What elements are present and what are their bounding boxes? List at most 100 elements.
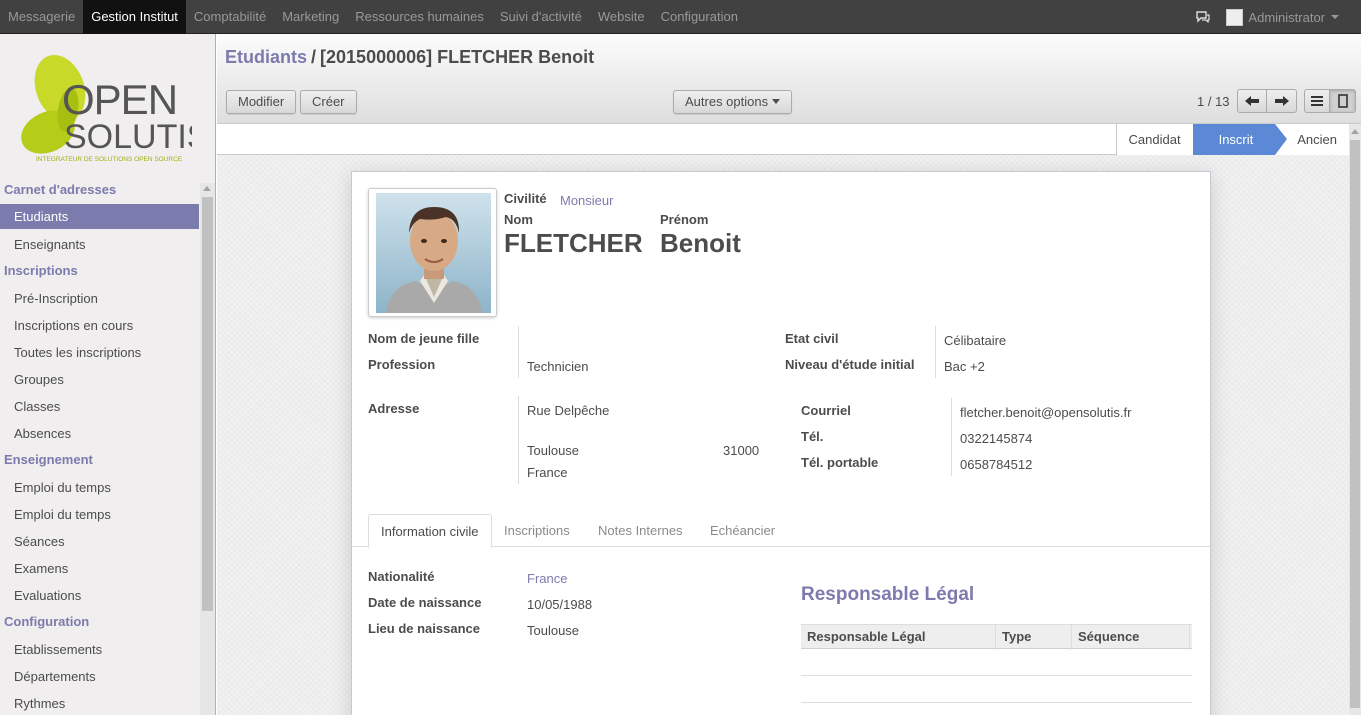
company-logo[interactable]: OPEN SOLUTIS INTEGRATEUR DE SOLUTIONS OP…	[20, 50, 209, 164]
sidebar-item-groupes[interactable]: Groupes	[0, 366, 199, 393]
user-avatar[interactable]	[1226, 8, 1244, 26]
list-icon	[1311, 96, 1323, 106]
sidebar-item-examens[interactable]: Examens	[0, 555, 199, 582]
top-menu-messagerie[interactable]: Messagerie	[0, 0, 83, 34]
breadcrumb-separator: /	[311, 47, 317, 67]
form-icon	[1337, 94, 1348, 108]
naissance-label: Date de naissance	[368, 595, 482, 610]
profession-field[interactable]: Technicien	[527, 359, 588, 374]
sidebar-item-etablissements[interactable]: Etablissements	[0, 636, 199, 663]
profession-label: Profession	[368, 357, 436, 372]
sidebar-item-rythmes[interactable]: Rythmes	[0, 690, 199, 715]
courriel-label: Courriel	[801, 403, 851, 418]
sidebar-section-carnet: Carnet d'adresses	[4, 182, 117, 197]
sidebar-item-classes[interactable]: Classes	[0, 393, 199, 420]
niveau-field[interactable]: Bac +2	[944, 359, 985, 374]
next-record-button[interactable]	[1267, 89, 1297, 113]
top-menu-gestion-institut[interactable]: Gestion Institut	[83, 0, 186, 34]
civilite-field[interactable]: Monsieur	[560, 193, 613, 208]
tel-label: Tél.	[801, 429, 824, 444]
user-menu[interactable]: Administrator	[1248, 10, 1325, 25]
city-field[interactable]: Toulouse	[527, 443, 579, 458]
courriel-field[interactable]: fletcher.benoit@opensolutis.fr	[960, 405, 1131, 420]
breadcrumb-etudiants-link[interactable]: Etudiants	[225, 47, 307, 67]
nationalite-label: Nationalité	[368, 569, 435, 584]
edit-button[interactable]: Modifier	[226, 90, 297, 114]
logo-open-text: OPEN	[62, 76, 177, 123]
etat-civil-label: Etat civil	[785, 331, 839, 346]
street-field[interactable]: Rue Delpêche	[527, 403, 609, 418]
student-photo[interactable]	[368, 188, 497, 317]
prenom-field[interactable]: Benoit	[660, 228, 741, 259]
lieu-field[interactable]: Toulouse	[527, 623, 579, 638]
list-view-button[interactable]	[1304, 89, 1330, 113]
nationalite-field[interactable]: France	[527, 571, 567, 586]
sidebar-section-enseignement: Enseignement	[4, 452, 93, 467]
create-button[interactable]: Créer	[300, 90, 357, 114]
sidebar-item-emploi-du-temps[interactable]: Emploi du temps	[0, 474, 199, 501]
top-menu-configuration[interactable]: Configuration	[653, 0, 746, 34]
sidebar-item-absences[interactable]: Absences	[0, 420, 199, 447]
chat-icon[interactable]	[1196, 11, 1211, 23]
top-menu-ressources-humaines[interactable]: Ressources humaines	[347, 0, 492, 34]
previous-record-button[interactable]	[1237, 89, 1267, 113]
sidebar: OPEN SOLUTIS INTEGRATEUR DE SOLUTIONS OP…	[0, 34, 216, 715]
chevron-down-icon[interactable]	[1331, 15, 1339, 19]
sidebar-item-evaluations[interactable]: Evaluations	[0, 582, 199, 609]
naissance-field[interactable]: 10/05/1988	[527, 597, 592, 612]
mobile-field[interactable]: 0658784512	[960, 457, 1032, 472]
top-menu-website[interactable]: Website	[590, 0, 653, 34]
form-view-button[interactable]	[1330, 89, 1356, 113]
tab-notes-internes[interactable]: Notes Internes	[586, 514, 695, 547]
tel-field[interactable]: 0322145874	[960, 431, 1032, 446]
responsable-legal-title: Responsable Légal	[801, 584, 975, 605]
column-sequence[interactable]: Séquence	[1072, 625, 1190, 650]
arrow-right-icon	[1274, 96, 1289, 106]
field-divider	[518, 396, 519, 484]
main-scrollbar-thumb[interactable]	[1350, 140, 1360, 708]
view-switcher	[1304, 89, 1356, 113]
top-menu-suivi-activite[interactable]: Suivi d'activité	[492, 0, 590, 34]
sidebar-item-seances[interactable]: Séances	[0, 528, 199, 555]
sidebar-item-inscriptions-en-cours[interactable]: Inscriptions en cours	[0, 312, 199, 339]
sidebar-item-etudiants[interactable]: Etudiants	[0, 204, 199, 229]
top-menu-marketing[interactable]: Marketing	[274, 0, 347, 34]
tab-echeancier[interactable]: Echéancier	[698, 514, 787, 547]
scroll-up-icon[interactable]	[203, 186, 211, 191]
tab-inscriptions[interactable]: Inscriptions	[492, 514, 582, 547]
country-field[interactable]: France	[527, 465, 567, 480]
column-responsable[interactable]: Responsable Légal	[801, 625, 996, 650]
sidebar-item-enseignants[interactable]: Enseignants	[0, 231, 199, 258]
status-inscrit[interactable]: Inscrit	[1192, 124, 1287, 155]
scroll-up-icon[interactable]	[1351, 129, 1359, 134]
tab-information-civile[interactable]: Information civile	[368, 514, 492, 548]
status-steps: Candidat Inscrit Ancien	[1115, 124, 1349, 155]
mobile-label: Tél. portable	[801, 455, 879, 470]
form-sheet: Civilité Monsieur Nom Prénom FLETCHER Be…	[351, 171, 1211, 715]
more-options-dropdown[interactable]: Autres options	[673, 90, 793, 114]
top-menu: Messagerie Gestion Institut Comptabilité…	[0, 0, 746, 34]
adresse-label: Adresse	[368, 401, 420, 416]
status-bar: Candidat Inscrit Ancien	[217, 124, 1349, 155]
status-candidat[interactable]: Candidat	[1115, 124, 1193, 155]
civilite-label: Civilité	[504, 191, 547, 206]
sidebar-item-emploi-du-temps-2[interactable]: Emploi du temps	[0, 501, 199, 528]
field-divider	[951, 398, 952, 476]
sidebar-scrollbar-thumb[interactable]	[202, 197, 213, 611]
zip-field[interactable]: 31000	[723, 443, 759, 458]
sidebar-item-departements[interactable]: Départements	[0, 663, 199, 690]
column-type[interactable]: Type	[996, 625, 1072, 650]
field-divider	[518, 326, 519, 378]
sidebar-item-toutes-inscriptions[interactable]: Toutes les inscriptions	[0, 339, 199, 366]
sidebar-section-configuration: Configuration	[4, 614, 90, 629]
lieu-label: Lieu de naissance	[368, 621, 480, 636]
etat-civil-field[interactable]: Célibataire	[944, 333, 1006, 348]
arrow-left-icon	[1245, 96, 1259, 106]
breadcrumb: Etudiants / [2015000006] FLETCHER Benoit	[225, 47, 594, 68]
sidebar-item-pre-inscription[interactable]: Pré-Inscription	[0, 285, 199, 312]
user-area: Administrator	[1196, 0, 1339, 34]
pager-counter[interactable]: 1 / 13	[1197, 94, 1230, 109]
nom-field[interactable]: FLETCHER	[504, 228, 643, 259]
top-menu-comptabilite[interactable]: Comptabilité	[186, 0, 274, 34]
top-navbar: Messagerie Gestion Institut Comptabilité…	[0, 0, 1361, 34]
